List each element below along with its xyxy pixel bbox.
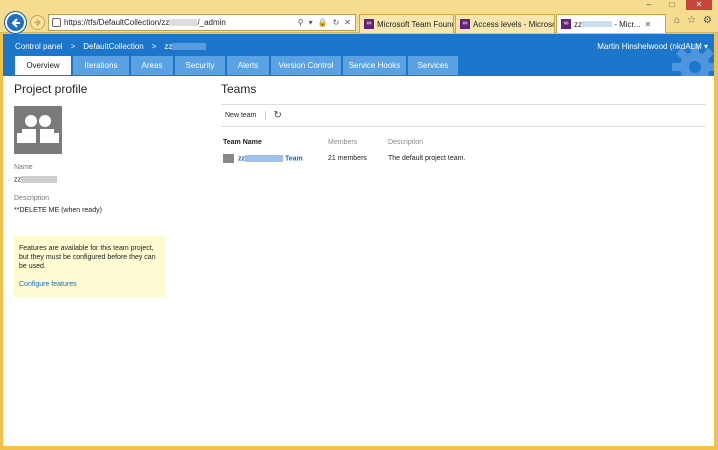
arrow-right-icon: [34, 18, 41, 27]
back-button[interactable]: [5, 12, 26, 33]
settings-icon[interactable]: ⚙: [703, 15, 712, 26]
description-label: Description: [14, 195, 50, 203]
project-avatar: [14, 106, 62, 154]
address-url: https://tfs/DefaultCollection/zz/_admin: [64, 18, 226, 27]
teams-title: Teams: [221, 82, 257, 96]
arrow-left-icon: [11, 17, 20, 28]
teams-panel: Teams New team ↻ Team Name Members Descr…: [221, 82, 706, 163]
browser-tab-active[interactable]: ∞ zz - Micr... ✕: [556, 14, 666, 33]
lock-icon[interactable]: 🔒: [318, 18, 328, 27]
refresh-icon[interactable]: ↻: [274, 110, 282, 121]
address-bar[interactable]: https://tfs/DefaultCollection/zz/_admin …: [48, 14, 356, 31]
close-tab-icon[interactable]: ✕: [644, 20, 651, 29]
tab-version-control[interactable]: Version Control: [271, 56, 341, 75]
home-icon[interactable]: ⌂: [674, 15, 680, 26]
main-content: Project profile Name zz Description **DE…: [3, 76, 714, 446]
tab-label: Microsoft Team Found...: [377, 19, 453, 29]
teams-table: Team Name Members Description zz Team 21…: [221, 139, 469, 163]
tab-services[interactable]: Services: [408, 56, 458, 75]
refresh-icon[interactable]: ↻: [333, 18, 340, 27]
page-icon: [52, 18, 61, 27]
search-icon[interactable]: ⚲: [298, 18, 304, 27]
breadcrumb-separator: >: [151, 42, 157, 51]
dropdown-icon[interactable]: ▾: [309, 18, 313, 27]
user-menu[interactable]: Martin Hinshelwood (nkdALM ▾: [597, 42, 708, 51]
tfs-header: Control panel > DefaultCollection > zz M…: [3, 34, 714, 76]
visual-studio-icon: ∞: [460, 19, 470, 29]
visual-studio-icon: ∞: [364, 19, 374, 29]
new-team-button[interactable]: New team: [225, 112, 257, 119]
tab-overview[interactable]: Overview: [15, 56, 71, 75]
browser-chrome: – □ ✕ https://tfs/DefaultCollection/zz/_…: [0, 0, 718, 33]
team-name-link[interactable]: zz Team: [223, 154, 322, 163]
toolbar-separator: [264, 111, 266, 120]
tab-label: Access levels - Microso...: [473, 19, 555, 29]
description-value: **DELETE ME (when ready): [14, 207, 102, 215]
notice-text: Features are available for this team pro…: [19, 245, 156, 270]
project-profile: Project profile Name zz Description **DE…: [14, 82, 214, 214]
breadcrumb: Control panel > DefaultCollection > zz: [15, 42, 207, 51]
features-notice: Features are available for this team pro…: [14, 236, 165, 297]
maximize-button[interactable]: □: [663, 0, 681, 10]
tab-areas[interactable]: Areas: [131, 56, 173, 75]
team-icon: [223, 154, 234, 163]
team-description: The default project team.: [388, 155, 466, 162]
table-header: Team Name Members Description: [221, 139, 469, 154]
column-members[interactable]: Members: [326, 139, 386, 154]
profile-title: Project profile: [14, 82, 88, 96]
tab-security[interactable]: Security: [175, 56, 225, 75]
configure-features-link[interactable]: Configure features: [19, 280, 160, 289]
team-icon: [17, 115, 59, 143]
teams-toolbar: New team ↻: [221, 104, 706, 127]
favorites-icon[interactable]: ☆: [687, 15, 696, 26]
minimize-button[interactable]: –: [640, 0, 658, 10]
breadcrumb-project[interactable]: zz: [164, 42, 207, 51]
column-description[interactable]: Description: [386, 139, 469, 154]
breadcrumb-separator: >: [70, 42, 76, 51]
visual-studio-icon: ∞: [561, 19, 571, 29]
breadcrumb-control-panel[interactable]: Control panel: [15, 42, 63, 51]
column-team-name[interactable]: Team Name: [221, 139, 326, 154]
stop-icon[interactable]: ✕: [344, 18, 351, 27]
browser-tab[interactable]: ∞ Access levels - Microso...: [455, 14, 555, 33]
close-window-button[interactable]: ✕: [686, 0, 712, 10]
table-row[interactable]: zz Team 21 members The default project t…: [221, 154, 469, 163]
forward-button[interactable]: [30, 15, 45, 30]
tab-iterations[interactable]: Iterations: [73, 56, 129, 75]
tab-service-hooks[interactable]: Service Hooks: [343, 56, 406, 75]
name-label: Name: [14, 164, 33, 171]
browser-tab[interactable]: ∞ Microsoft Team Found...: [359, 14, 454, 33]
team-members: 21 members: [328, 155, 367, 162]
tab-alerts[interactable]: Alerts: [227, 56, 269, 75]
tab-label: zz - Micr...: [574, 19, 641, 29]
breadcrumb-collection[interactable]: DefaultCollection: [83, 42, 143, 51]
name-value: zz: [14, 176, 214, 183]
admin-tabs: Overview Iterations Areas Security Alert…: [15, 56, 458, 75]
